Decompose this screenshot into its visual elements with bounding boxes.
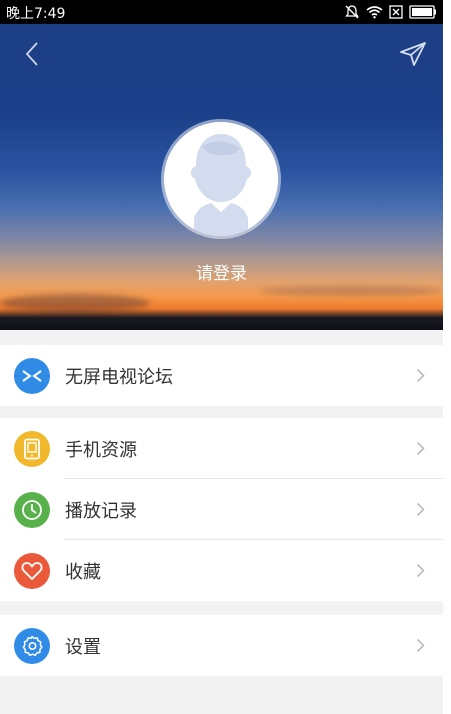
menu-group-forum: 无屏电视论坛 — [0, 345, 443, 406]
wifi-icon — [366, 6, 383, 19]
menu-group-settings: 设置 — [0, 615, 443, 676]
battery-icon — [409, 5, 436, 19]
status-time: 晚上7:49 — [6, 6, 66, 22]
menu-item-phone-resources[interactable]: 手机资源 — [0, 418, 443, 479]
forum-icon — [14, 357, 50, 394]
clock-icon — [14, 491, 50, 528]
chevron-right-icon — [416, 638, 425, 653]
sky-cloud — [0, 294, 150, 312]
menu-group-media: 手机资源 播放记录 收藏 — [0, 418, 443, 601]
app-frame: 晚上7:49 请登录 无屏电视论坛 手机资源 播放记录 收藏 设置 — [0, 0, 443, 714]
menu-item-settings[interactable]: 设置 — [0, 615, 443, 676]
send-icon — [400, 42, 426, 66]
menu-item-play-history[interactable]: 播放记录 — [0, 479, 443, 540]
menu-item-favorites[interactable]: 收藏 — [0, 540, 443, 601]
avatar[interactable] — [164, 122, 278, 236]
tablet-icon — [14, 430, 50, 467]
menu-item-label: 收藏 — [65, 561, 101, 583]
login-prompt[interactable]: 请登录 — [0, 259, 443, 284]
profile-header: 请登录 — [0, 24, 443, 330]
menu-item-label: 设置 — [65, 636, 101, 658]
menu-item-label: 无屏电视论坛 — [65, 366, 173, 388]
chevron-right-icon — [416, 502, 425, 517]
chevron-right-icon — [416, 441, 425, 456]
gear-icon — [14, 627, 50, 664]
status-icons — [344, 3, 437, 21]
menu-item-label: 手机资源 — [65, 439, 137, 461]
status-bar: 晚上7:49 — [0, 0, 443, 24]
back-button[interactable] — [16, 38, 48, 70]
heart-icon — [14, 552, 50, 589]
user-avatar-icon — [164, 122, 278, 236]
chevron-right-icon — [416, 368, 425, 383]
chevron-right-icon — [416, 563, 425, 578]
sim-off-icon — [389, 5, 403, 19]
send-button[interactable] — [397, 38, 429, 70]
sky-cloud — [260, 286, 443, 296]
mute-icon — [345, 5, 359, 19]
menu-item-label: 播放记录 — [65, 500, 137, 522]
chevron-left-icon — [25, 42, 38, 66]
menu-item-forum[interactable]: 无屏电视论坛 — [0, 345, 443, 406]
